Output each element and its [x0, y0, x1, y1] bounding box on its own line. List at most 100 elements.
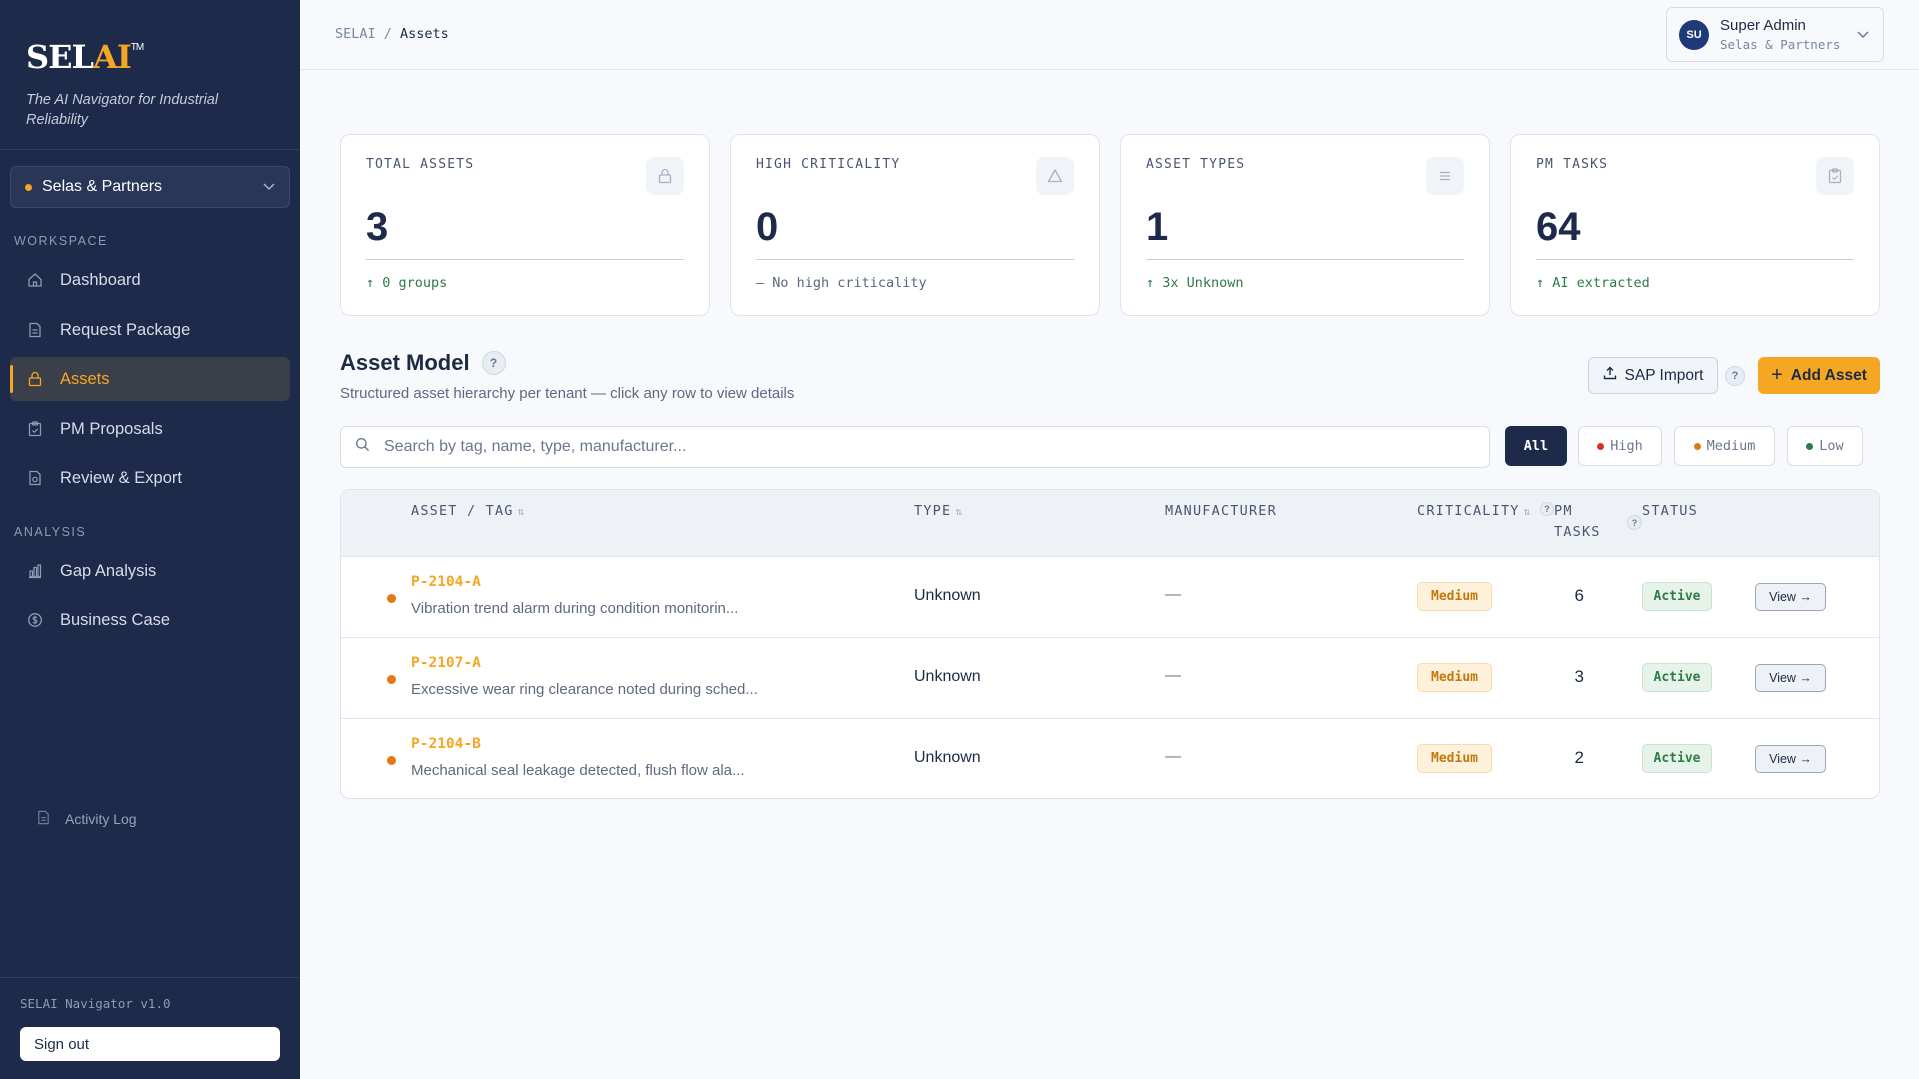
column-pm-tasks-line1: PM	[1554, 503, 1573, 519]
sidebar-item-label: Dashboard	[60, 270, 141, 289]
home-icon	[26, 271, 44, 289]
sort-icon: ⇅	[1523, 505, 1531, 518]
criticality-dot	[387, 756, 396, 765]
table-row[interactable]: P-2104-A Vibration trend alarm during co…	[341, 557, 1879, 638]
stat-value: 3	[366, 205, 389, 249]
dollar-circle-icon	[26, 611, 44, 629]
view-button[interactable]: View →	[1755, 583, 1826, 611]
asset-model-title: Asset Model	[340, 350, 470, 375]
activity-log-link[interactable]: Activity Log	[36, 810, 137, 828]
logo[interactable]: SELAITM	[26, 38, 274, 76]
sidebar-item-assets[interactable]: Assets	[10, 357, 290, 401]
sidebar-item-review-export[interactable]: Review & Export	[10, 456, 290, 500]
criticality-dot	[387, 594, 396, 603]
sidebar-item-label: Review & Export	[60, 468, 182, 487]
asset-manufacturer: —	[1165, 586, 1181, 603]
asset-description: Vibration trend alarm during condition m…	[411, 600, 739, 617]
table-row[interactable]: P-2104-B Mechanical seal leakage detecte…	[341, 719, 1879, 798]
stat-footnote: — No high criticality	[756, 275, 927, 291]
column-asset-tag[interactable]: ASSET / TAG ⇅	[411, 503, 524, 519]
stat-label: HIGH CRITICALITY	[756, 157, 901, 172]
topbar: SELAI / Assets SU Super Admin Selas & Pa…	[300, 0, 1919, 70]
user-name: Super Admin	[1720, 17, 1806, 34]
workspace-section-label: WORKSPACE	[14, 234, 108, 248]
sidebar-item-business-case[interactable]: Business Case	[10, 598, 290, 642]
add-asset-button[interactable]: + Add Asset	[1758, 357, 1880, 394]
filter-high[interactable]: High	[1578, 426, 1662, 466]
bar-chart-icon	[26, 562, 44, 580]
sap-import-button[interactable]: SAP Import	[1588, 357, 1718, 394]
user-org: Selas & Partners	[1720, 37, 1841, 52]
chevron-down-icon	[263, 180, 275, 194]
stat-value: 0	[756, 205, 779, 249]
stat-value: 64	[1536, 205, 1581, 249]
stat-card-asset-types: ASSET TYPES 1 ↑ 3x Unknown	[1120, 134, 1490, 316]
tagline: The AI Navigator for Industrial Reliabil…	[26, 92, 219, 128]
table-row[interactable]: P-2107-A Excessive wear ring clearance n…	[341, 638, 1879, 719]
divider	[1536, 259, 1854, 260]
column-label: ASSET / TAG	[411, 503, 514, 519]
status-badge: Active	[1642, 582, 1712, 611]
search-input[interactable]	[384, 438, 1384, 456]
help-icon[interactable]: ?	[481, 351, 506, 375]
asset-description: Excessive wear ring clearance noted duri…	[411, 681, 758, 698]
view-button[interactable]: View →	[1755, 664, 1826, 692]
filter-label: Medium	[1706, 438, 1756, 454]
document-icon	[36, 810, 51, 828]
stat-card-pm-tasks: PM TASKS 64 ↑ AI extracted	[1510, 134, 1880, 316]
document-icon	[26, 321, 44, 339]
sign-out-button[interactable]: Sign out	[20, 1027, 280, 1061]
filter-all[interactable]: All	[1505, 426, 1567, 466]
column-pm-tasks-line2: TASKS	[1554, 524, 1601, 540]
stat-label: TOTAL ASSETS	[366, 157, 475, 172]
pm-task-count: 6	[1574, 586, 1584, 605]
page-subtitle: Structured asset hierarchy per tenant — …	[340, 385, 795, 402]
add-asset-label: Add Asset	[1790, 366, 1867, 384]
stat-label: ASSET TYPES	[1146, 157, 1246, 172]
criticality-badge: Medium	[1417, 663, 1492, 692]
column-criticality[interactable]: CRITICALITY ⇅	[1417, 503, 1530, 519]
low-dot	[1806, 442, 1814, 450]
tenant-status-dot	[25, 183, 32, 191]
help-icon[interactable]: ?	[1725, 366, 1745, 386]
help-icon[interactable]: ?	[1540, 502, 1554, 516]
search-box	[340, 426, 1490, 468]
sort-icon: ⇅	[517, 505, 525, 518]
breadcrumb-root[interactable]: SELAI	[335, 26, 376, 42]
status-badge: Active	[1642, 663, 1712, 692]
sidebar-item-label: PM Proposals	[60, 419, 163, 438]
sidebar-item-label: Gap Analysis	[60, 561, 157, 580]
assets-table: ASSET / TAG ⇅ TYPE ⇅ MANUFACTURER CRITICAL…	[340, 489, 1880, 799]
asset-type: Unknown	[914, 749, 981, 766]
asset-tag: P-2104-B	[411, 736, 481, 752]
filter-low[interactable]: Low	[1787, 426, 1863, 466]
warning-triangle-icon	[1036, 157, 1074, 195]
sidebar-item-label: Assets	[60, 369, 110, 388]
filter-label: High	[1610, 438, 1643, 454]
page-title: Asset Model ?	[340, 350, 506, 376]
search-icon	[355, 437, 370, 457]
lock-icon	[646, 157, 684, 195]
user-menu[interactable]: SU Super Admin Selas & Partners	[1666, 7, 1884, 62]
filter-label: Low	[1819, 438, 1844, 454]
sidebar-item-pm-proposals[interactable]: PM Proposals	[10, 407, 290, 451]
sidebar-item-gap-analysis[interactable]: Gap Analysis	[10, 549, 290, 593]
brand: SELAITM The AI Navigator for Industrial …	[0, 0, 300, 150]
upload-icon	[1603, 366, 1617, 385]
sidebar-item-request-package[interactable]: Request Package	[10, 308, 290, 352]
tenant-selector[interactable]: Selas & Partners	[10, 166, 290, 208]
asset-tag: P-2104-A	[411, 574, 481, 590]
filter-medium[interactable]: Medium	[1674, 426, 1775, 466]
sidebar-item-dashboard[interactable]: Dashboard	[10, 258, 290, 302]
view-button[interactable]: View →	[1755, 745, 1826, 773]
breadcrumb-separator: /	[375, 26, 401, 42]
export-document-icon	[26, 469, 44, 487]
lock-icon	[26, 370, 44, 388]
pm-task-count: 3	[1574, 667, 1584, 686]
stat-card-total-assets: TOTAL ASSETS 3 ↑ 0 groups	[340, 134, 710, 316]
column-label: TYPE	[914, 503, 952, 519]
sort-icon: ⇅	[955, 505, 962, 518]
table-header: ASSET / TAG ⇅ TYPE ⇅ MANUFACTURER CRITICAL…	[341, 490, 1879, 557]
column-type[interactable]: TYPE ⇅	[914, 503, 962, 519]
help-icon[interactable]: ?	[1627, 515, 1642, 530]
